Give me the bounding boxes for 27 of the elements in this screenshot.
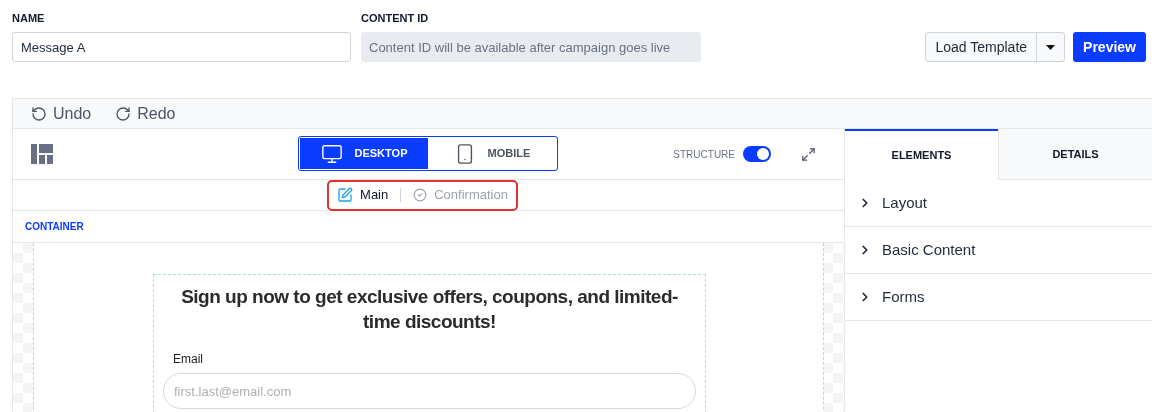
caret-icon [1046, 44, 1056, 50]
name-field[interactable]: Message A [12, 32, 351, 62]
field-label: CONTENT ID [361, 10, 430, 26]
device-tab[interactable]: DESKTOP [300, 138, 428, 169]
undo-icon [31, 105, 47, 122]
accordion-item[interactable]: Basic Content [845, 227, 1152, 274]
field-label: NAME [12, 10, 46, 26]
panel-tab[interactable]: DETAILS [998, 129, 1152, 180]
message-tab[interactable]: Main [337, 185, 389, 205]
redo-button[interactable]: Redo [115, 101, 176, 126]
redo-icon [115, 105, 132, 122]
structure-switch[interactable] [743, 146, 771, 162]
content-id-field[interactable]: Content ID will be available after campaign goes live [361, 32, 701, 62]
layout-grid-icon[interactable] [31, 144, 53, 164]
structure-label: STRUCTURE [673, 147, 735, 162]
monitor-icon [320, 142, 343, 165]
accordion-item[interactable]: Layout [845, 180, 1152, 227]
email-label: Email [173, 351, 204, 368]
edit-icon [337, 187, 354, 203]
form-heading: Sign up now to get exclusive offers, coupons, and limited-time discounts! [180, 285, 679, 334]
check-circle-icon [413, 188, 428, 202]
container-label: CONTAINER [25, 220, 84, 234]
expand-icon[interactable] [801, 146, 816, 162]
preview-button[interactable]: Preview [1073, 32, 1146, 62]
accordion-item[interactable]: Forms [845, 274, 1152, 321]
email-field[interactable]: first.last@email.com [163, 373, 696, 409]
undo-button[interactable]: Undo [31, 101, 92, 126]
